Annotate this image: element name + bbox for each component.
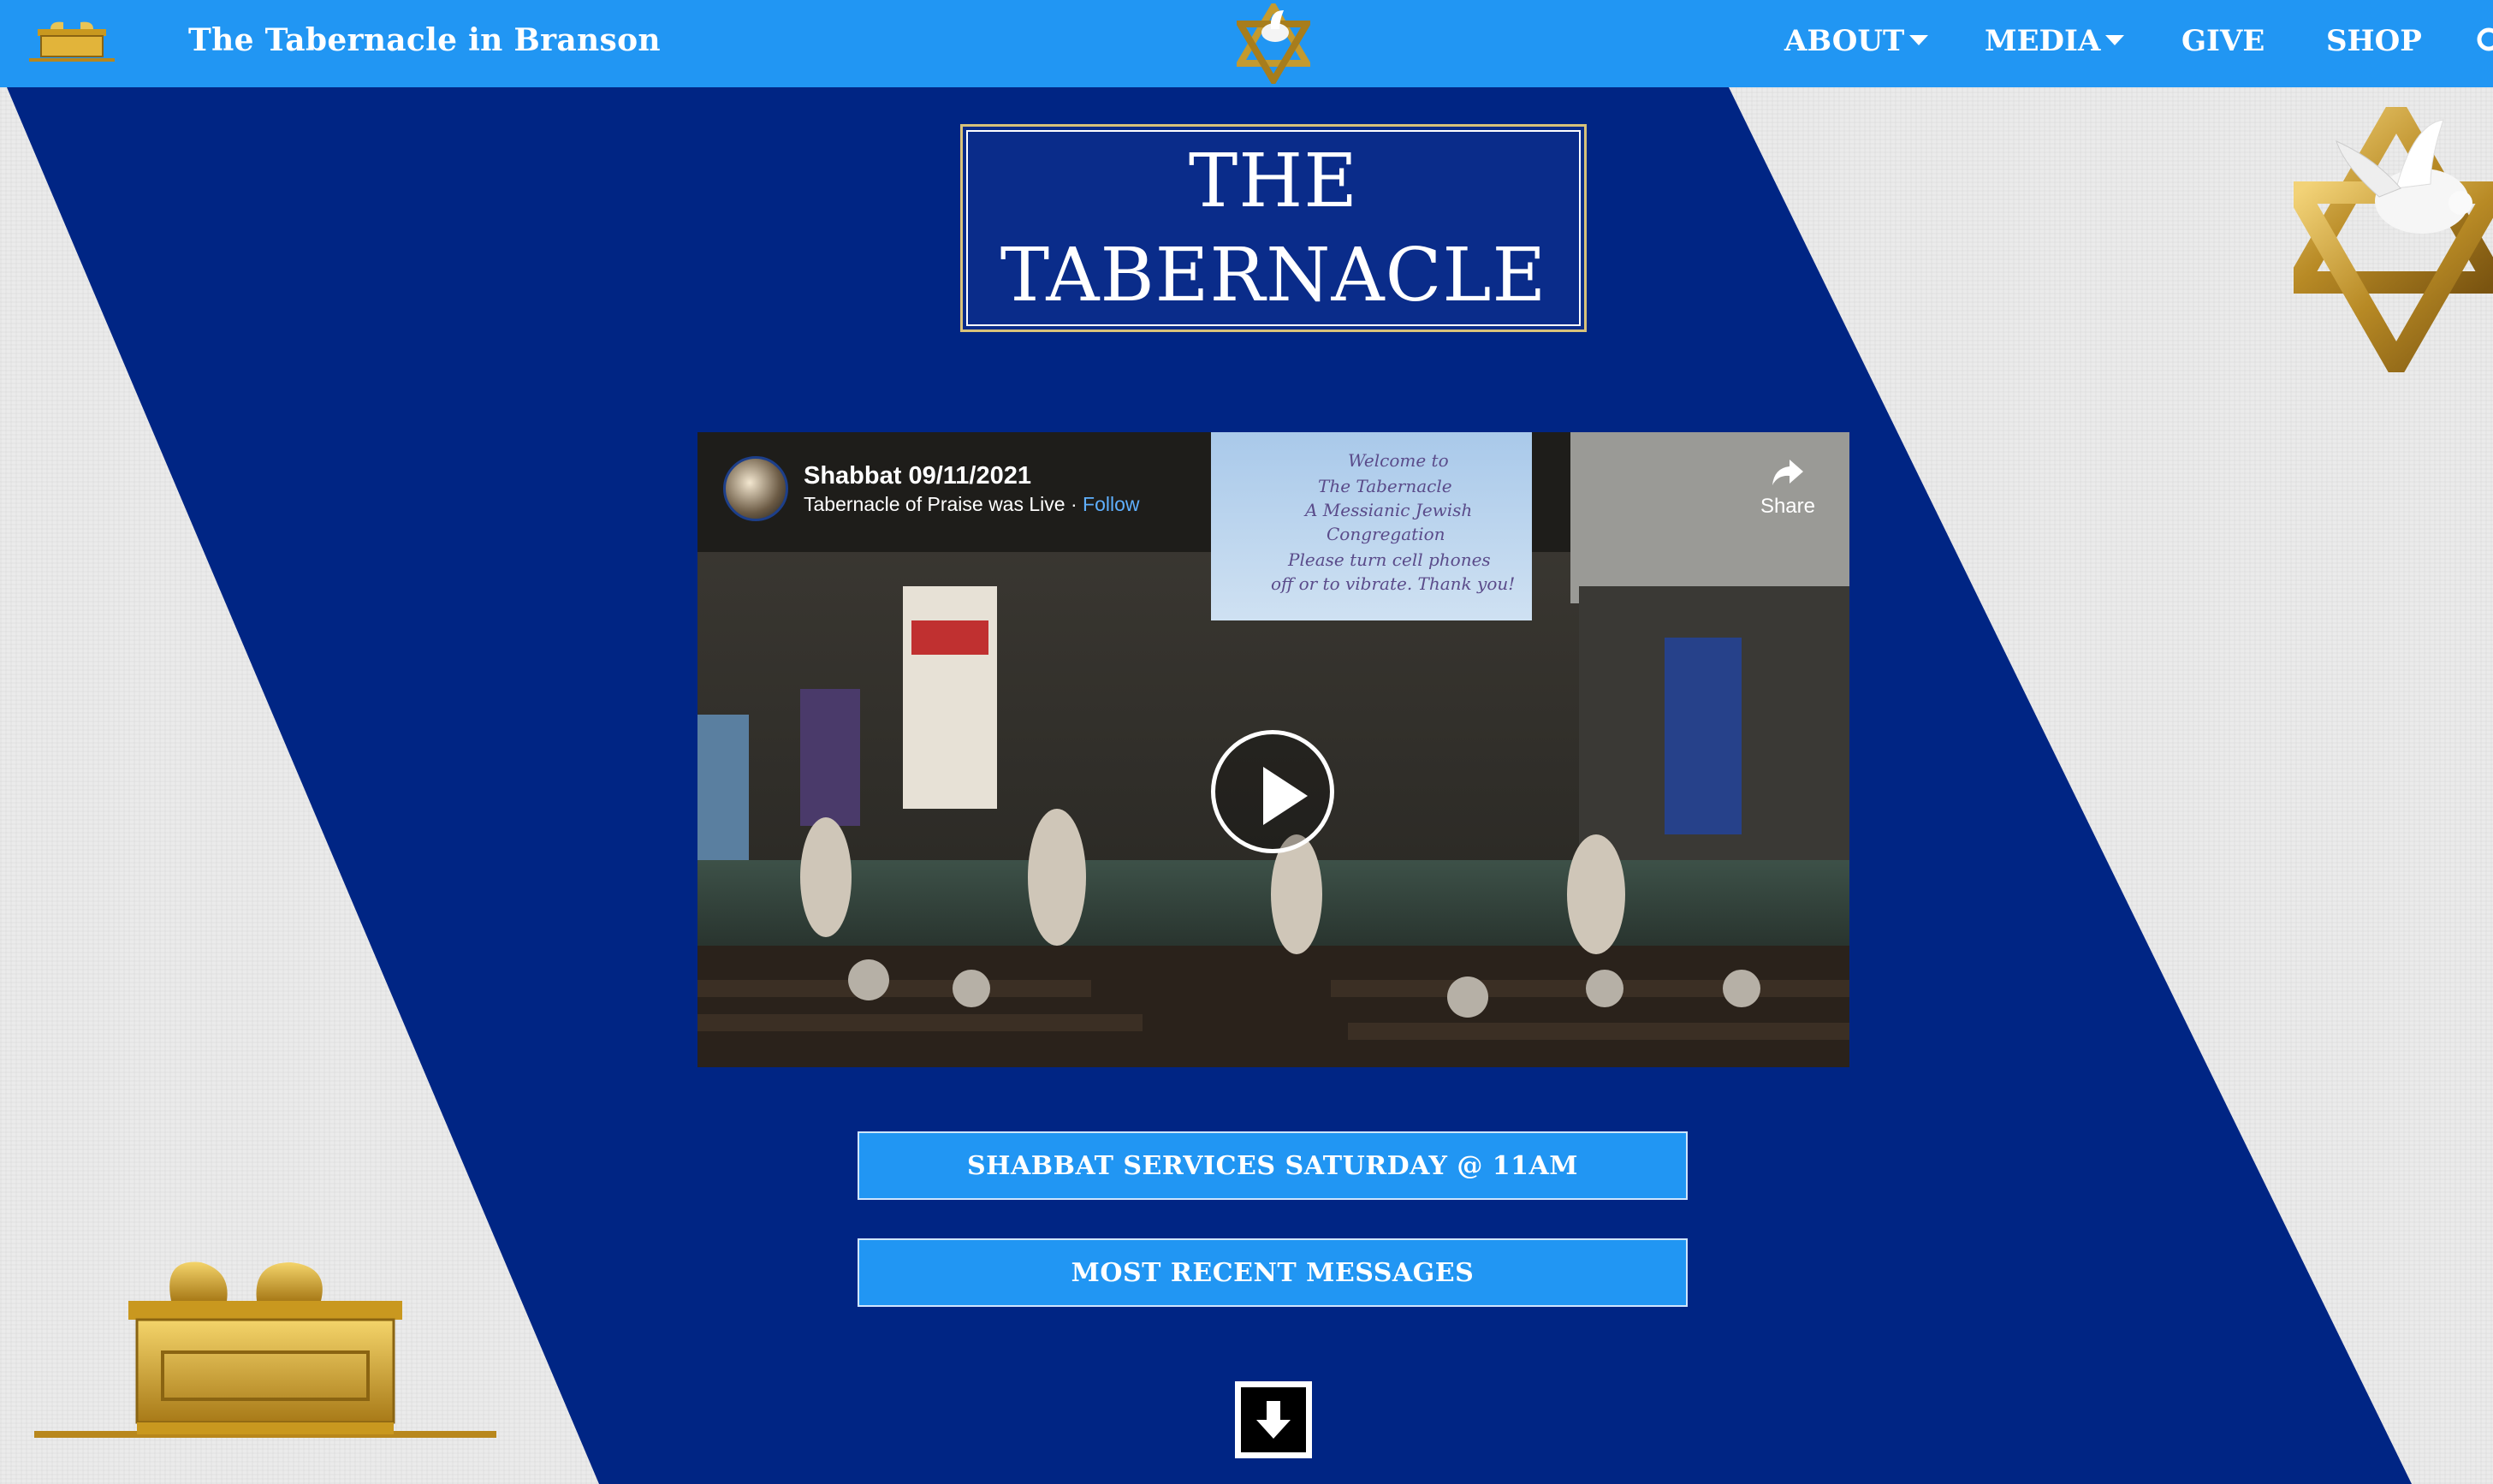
embedded-video-player[interactable]: Welcome to The Tabernacle A Messianic Je… [697,432,1849,1067]
search-icon[interactable] [2473,26,2493,63]
svg-text:Please turn cell phones: Please turn cell phones [1287,549,1491,570]
nav-media-label: MEDIA [1985,24,2101,58]
arrow-down-icon [1256,1401,1291,1439]
nav-give-label: GIVE [2181,24,2265,58]
nav-media[interactable]: MEDIA [1985,24,2125,58]
chevron-down-icon [1909,35,1929,45]
svg-text:Congregation: Congregation [1327,524,1445,544]
scroll-down-button[interactable] [1235,1381,1312,1458]
video-channel-status[interactable]: Tabernacle of Praise was Live [804,493,1065,515]
nav-shop-label: SHOP [2326,24,2422,58]
star-of-david-dove-image [2278,88,2493,387]
separator-dot: · [1070,493,1077,515]
ark-logo-icon[interactable] [29,19,115,67]
video-header: Shabbat 09/11/2021 Tabernacle of Praise … [723,456,1139,521]
nav-shop[interactable]: SHOP [2326,24,2422,58]
nav-give[interactable]: GIVE [2181,24,2264,58]
star-dove-logo-icon[interactable] [1233,0,1314,87]
svg-text:Welcome to: Welcome to [1348,450,1449,471]
shabbat-services-button[interactable]: SHABBAT SERVICES SATURDAY @ 11AM [858,1131,1688,1200]
nav-about-label: ABOUT [1784,24,1905,58]
ark-of-covenant-image [34,1250,496,1458]
follow-link[interactable]: Follow [1083,493,1139,515]
svg-text:off or to vibrate. Thank you!: off or to vibrate. Thank you! [1271,573,1515,594]
share-button[interactable]: Share [1760,458,1815,519]
svg-text:The Tabernacle: The Tabernacle [1318,476,1452,496]
svg-text:A Messianic Jewish: A Messianic Jewish [1303,500,1472,520]
share-label: Share [1760,495,1815,518]
top-navbar: The Tabernacle in Branson ABOUT MEDIA GI… [0,0,2493,87]
channel-avatar[interactable] [723,456,788,521]
site-brand-link[interactable]: The Tabernacle in Branson [188,22,661,58]
recent-messages-button[interactable]: MOST RECENT MESSAGES [858,1238,1688,1307]
page-title-line-1: THE [1188,138,1359,224]
share-arrow-icon [1772,460,1803,485]
page-title-inner: THE TABERNACLE [966,130,1581,326]
page-title-box: THE TABERNACLE [960,124,1587,332]
video-title[interactable]: Shabbat 09/11/2021 [804,460,1139,491]
play-icon[interactable] [1211,730,1334,853]
page-title-line-2: TABERNACLE [1000,232,1547,318]
chevron-down-icon [2105,35,2125,45]
nav-about[interactable]: ABOUT [1784,24,1929,58]
